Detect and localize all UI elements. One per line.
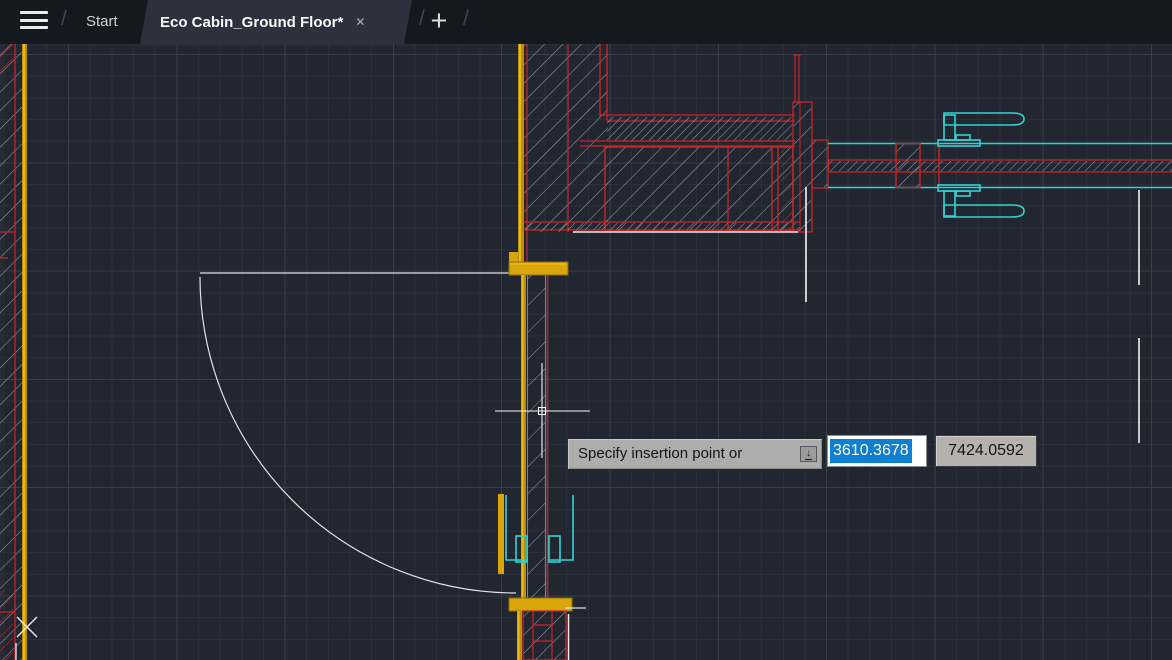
left-wall[interactable] [0, 44, 37, 660]
x-coordinate-input[interactable]: 3610.3678 [827, 435, 927, 467]
door-handle-top[interactable] [938, 113, 1024, 146]
tab-active-drawing[interactable]: Eco Cabin_Ground Floor* ✕ [140, 0, 412, 44]
tab-start[interactable]: Start [80, 0, 124, 44]
file-tab-bar: / Start Eco Cabin_Ground Floor* ✕ / + / [0, 0, 1172, 44]
active-tab-label: Eco Cabin_Ground Floor* [160, 14, 343, 31]
close-tab-icon[interactable]: ✕ [353, 14, 367, 30]
center-wall-lower[interactable] [517, 611, 569, 660]
tab-separator: / [61, 7, 67, 31]
menu-hamburger-icon[interactable] [20, 11, 48, 33]
new-tab-button[interactable]: + [424, 1, 454, 43]
center-door[interactable] [200, 252, 586, 611]
y-coordinate-input[interactable]: 7424.0592 [935, 435, 1037, 467]
tab-separator: / [463, 7, 469, 31]
right-door-assembly[interactable] [812, 113, 1172, 443]
down-arrow-icon: ↓ [805, 449, 812, 460]
dynamic-input-prompt: Specify insertion point or ↓ [567, 438, 823, 470]
drawing-viewport[interactable] [0, 44, 1172, 660]
y-coordinate-value: 7424.0592 [948, 442, 1024, 460]
drawing-canvas[interactable]: Specify insertion point or ↓ 3610.3678 7… [0, 44, 1172, 660]
prompt-options-dropdown-button[interactable]: ↓ [800, 446, 817, 462]
door-handle-right[interactable] [549, 495, 573, 562]
prompt-text: Specify insertion point or [578, 445, 742, 462]
x-coordinate-value: 3610.3678 [830, 439, 912, 463]
door-handle-bottom[interactable] [938, 185, 1024, 217]
door-swing-arc[interactable] [200, 277, 516, 593]
autocad-window: { "tab_bar": { "separator": "/", "start_… [0, 0, 1172, 660]
